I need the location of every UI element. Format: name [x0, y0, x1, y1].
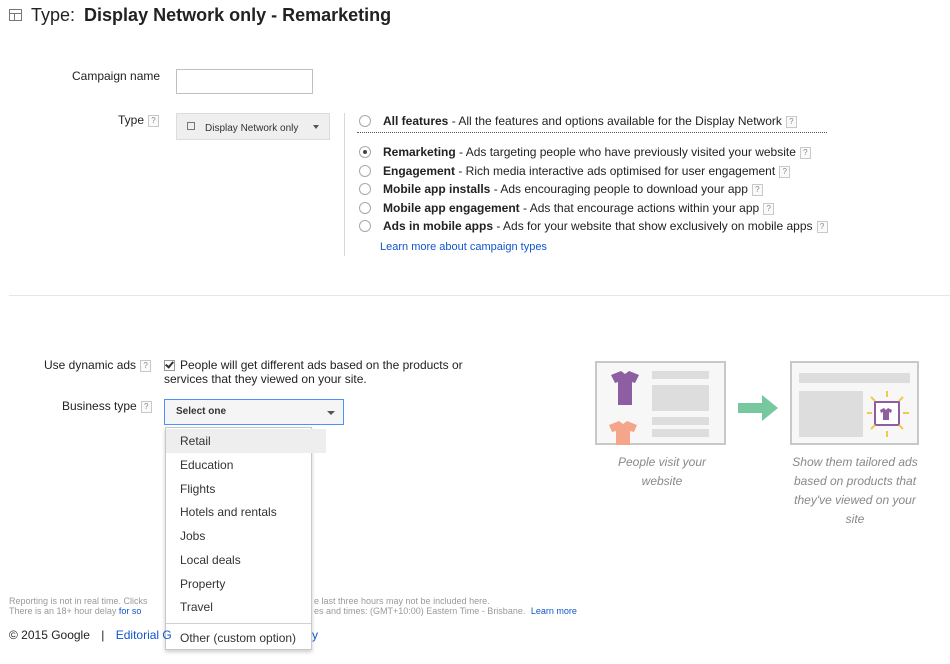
- help-icon[interactable]: ?: [785, 115, 797, 128]
- option-desc: - Ads encouraging people to download you…: [490, 182, 748, 196]
- help-icon[interactable]: ?: [779, 165, 791, 178]
- radio-ads-in-mobile-apps[interactable]: [359, 220, 371, 232]
- option-name: Remarketing: [383, 145, 456, 159]
- footer-learn-more-link[interactable]: Learn more: [531, 606, 577, 616]
- help-icon[interactable]: ?: [148, 114, 160, 127]
- arrow-icon: [738, 395, 778, 421]
- radio-all-features[interactable]: [359, 115, 371, 127]
- right-caption: Show them tailored ads based on products…: [792, 455, 918, 526]
- footer-notice-line1: Reporting is not in real time. Clicks: [9, 596, 148, 606]
- business-type-menu: Retail Education Flights Hotels and rent…: [165, 427, 326, 650]
- section-divider: [9, 295, 950, 296]
- option-desc: - Ads for your website that show exclusi…: [493, 219, 813, 233]
- learn-more-campaign-types-link[interactable]: Learn more about campaign types: [380, 241, 547, 253]
- option-all-features: All features - All the features and opti…: [383, 114, 797, 128]
- help-icon[interactable]: ?: [799, 146, 811, 159]
- display-network-icon: [187, 122, 195, 130]
- radio-engagement[interactable]: [359, 165, 371, 177]
- option-mobile-app-engagement: Mobile app engagement - Ads that encoura…: [383, 201, 775, 215]
- chevron-down-icon: [313, 125, 319, 129]
- footer-separator: |: [101, 628, 105, 642]
- illustration: People visit your website Show them tail…: [595, 361, 940, 531]
- chevron-down-icon: [327, 411, 335, 415]
- dotted-divider: [357, 132, 827, 133]
- menu-item-flights[interactable]: Flights: [166, 477, 326, 501]
- menu-item-property[interactable]: Property: [166, 572, 326, 596]
- option-engagement: Engagement - Rich media interactive ads …: [383, 164, 791, 178]
- title-prefix: Type:: [31, 5, 76, 25]
- menu-item-travel[interactable]: Travel: [166, 595, 326, 619]
- dynamic-ads-label: Use dynamic ads?: [44, 358, 152, 372]
- menu-item-local-deals[interactable]: Local deals: [166, 548, 326, 572]
- radio-mobile-app-installs[interactable]: [359, 183, 371, 195]
- option-desc: - Rich media interactive ads optimised f…: [455, 164, 776, 178]
- option-name: Engagement: [383, 164, 456, 178]
- campaign-name-label: Campaign name: [72, 69, 161, 83]
- option-desc: - All the features and options available…: [448, 114, 782, 128]
- option-name: Ads in mobile apps: [383, 219, 494, 233]
- type-button-label: Display Network only: [205, 123, 299, 134]
- help-icon[interactable]: ?: [816, 220, 828, 233]
- dynamic-ads-label-text: Use dynamic ads: [44, 358, 137, 372]
- help-icon[interactable]: ?: [140, 400, 152, 413]
- menu-divider: [166, 623, 311, 624]
- help-icon[interactable]: ?: [763, 202, 775, 215]
- help-icon[interactable]: ?: [140, 359, 152, 372]
- option-desc: - Ads that encourage actions within your…: [519, 201, 760, 215]
- type-dropdown-button[interactable]: Display Network only: [176, 113, 330, 140]
- footer-notice-line1-a: Reporting is not in real time. Clicks: [9, 596, 148, 606]
- footer-notice-line2: There is an 18+ hour delay for so: [9, 606, 141, 616]
- dynamic-ads-description: People will get different ads based on t…: [164, 358, 463, 386]
- option-name: All features: [383, 114, 449, 128]
- title-main: Display Network only - Remarketing: [84, 5, 392, 25]
- footer-notice-line2-b-text: es and times: (GMT+10:00) Eastern Time -…: [314, 606, 526, 616]
- footer-notice-line2-a: There is an 18+ hour delay: [9, 606, 119, 616]
- option-name: Mobile app engagement: [383, 201, 520, 215]
- type-label: Type?: [118, 113, 160, 127]
- footer-notice-line2-b: es and times: (GMT+10:00) Eastern Time -…: [314, 606, 577, 616]
- header-icon: [9, 9, 22, 21]
- menu-item-jobs[interactable]: Jobs: [166, 524, 326, 548]
- radio-remarketing[interactable]: [359, 146, 371, 158]
- business-type-label: Business type?: [62, 399, 152, 413]
- footer-tail-link[interactable]: y: [312, 628, 318, 642]
- menu-item-retail[interactable]: Retail: [166, 429, 326, 453]
- option-mobile-app-installs: Mobile app installs - Ads encouraging pe…: [383, 182, 763, 196]
- business-type-select-value: Select one: [176, 406, 227, 417]
- option-name: Mobile app installs: [383, 182, 491, 196]
- copyright-text: © 2015 Google: [9, 628, 90, 642]
- left-caption: People visit your website: [617, 455, 707, 488]
- footer-notice-line1-b: e last three hours may not be included h…: [314, 596, 490, 606]
- option-remarketing: Remarketing - Ads targeting people who h…: [383, 145, 811, 159]
- radio-mobile-app-engagement[interactable]: [359, 202, 371, 214]
- illustration-graphic: [595, 361, 919, 445]
- menu-item-other[interactable]: Other (custom option): [166, 626, 326, 650]
- business-type-select[interactable]: Select one: [164, 399, 344, 425]
- option-desc: - Ads targeting people who have previous…: [455, 145, 796, 159]
- business-type-label-text: Business type: [62, 399, 137, 413]
- option-ads-in-mobile-apps: Ads in mobile apps - Ads for your websit…: [383, 219, 828, 233]
- help-icon[interactable]: ?: [751, 183, 763, 196]
- type-label-text: Type: [118, 113, 145, 127]
- editorial-guidelines-link[interactable]: Editorial G: [116, 628, 172, 642]
- campaign-name-input[interactable]: [176, 69, 313, 94]
- copyright: © 2015 Google | Editorial G: [9, 628, 172, 642]
- menu-item-hotels-and-rentals[interactable]: Hotels and rentals: [166, 500, 326, 524]
- menu-item-education[interactable]: Education: [166, 453, 326, 477]
- footer-link-for-some[interactable]: for so: [119, 606, 142, 616]
- vertical-divider: [344, 113, 345, 256]
- page-title: Type: Display Network only - Remarketing: [31, 5, 391, 26]
